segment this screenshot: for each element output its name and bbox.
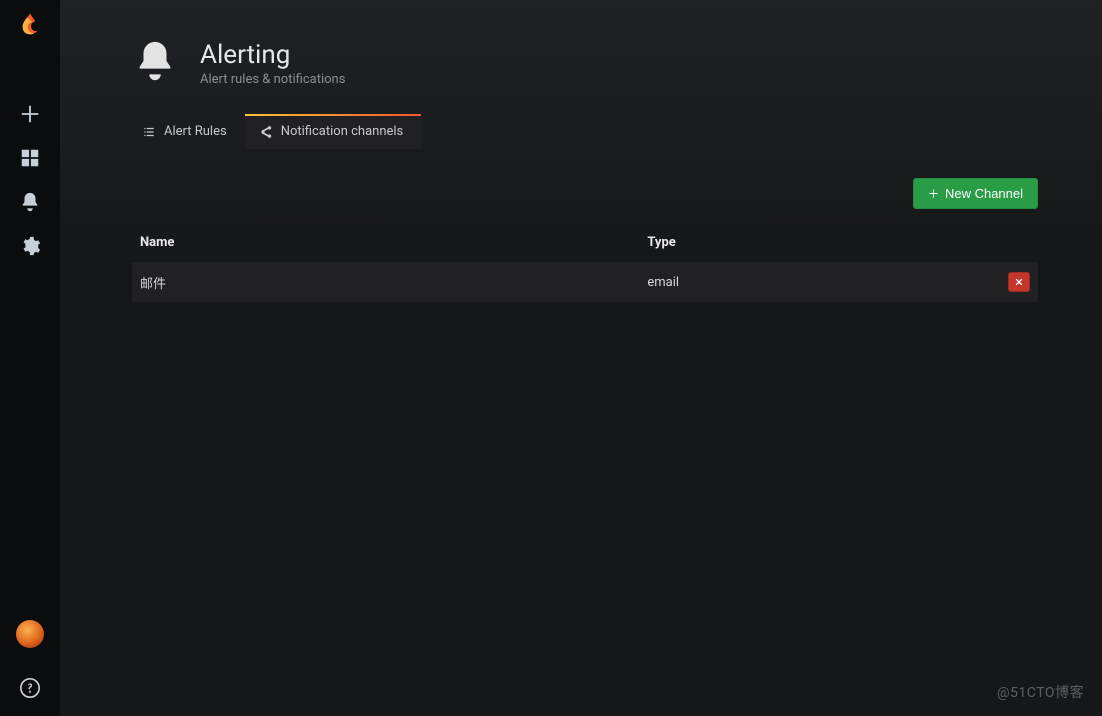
- page-subtitle: Alert rules & notifications: [200, 72, 345, 87]
- list-icon: [142, 125, 156, 139]
- channels-table: Name Type 邮件 email: [132, 227, 1038, 302]
- watermark: @51CTO博客: [997, 682, 1084, 702]
- cell-name: 邮件: [132, 262, 639, 302]
- page-header: Alerting Alert rules & notifications: [132, 38, 1038, 88]
- grafana-logo-icon[interactable]: [13, 10, 47, 44]
- nav-configuration-icon[interactable]: [0, 224, 60, 268]
- nav-alerting-icon[interactable]: [0, 180, 60, 224]
- col-name-header: Name: [132, 227, 639, 262]
- button-label: New Channel: [945, 186, 1023, 201]
- left-sidebar: [0, 0, 60, 716]
- col-type-header: Type: [639, 227, 978, 262]
- tab-alert-rules[interactable]: Alert Rules: [128, 114, 245, 149]
- plus-icon: [928, 188, 939, 199]
- cell-type: email: [639, 262, 978, 302]
- help-icon[interactable]: [0, 668, 60, 708]
- delete-channel-button[interactable]: [1008, 272, 1030, 292]
- action-bar: New Channel: [132, 150, 1038, 227]
- nav-create-icon[interactable]: [0, 92, 60, 136]
- nav-dashboards-icon[interactable]: [0, 136, 60, 180]
- new-channel-button[interactable]: New Channel: [913, 178, 1038, 209]
- tab-bar: Alert Rules Notification channels: [128, 114, 1038, 150]
- table-row[interactable]: 邮件 email: [132, 262, 1038, 302]
- close-icon: [1014, 277, 1024, 287]
- tab-label: Notification channels: [281, 124, 404, 139]
- page-content: Alerting Alert rules & notifications Ale…: [60, 0, 1102, 716]
- bell-icon: [132, 38, 178, 88]
- share-icon: [259, 125, 273, 139]
- tab-label: Alert Rules: [164, 124, 227, 139]
- page-title: Alerting: [200, 40, 345, 70]
- user-avatar[interactable]: [16, 620, 44, 648]
- tab-notification-channels[interactable]: Notification channels: [245, 114, 422, 149]
